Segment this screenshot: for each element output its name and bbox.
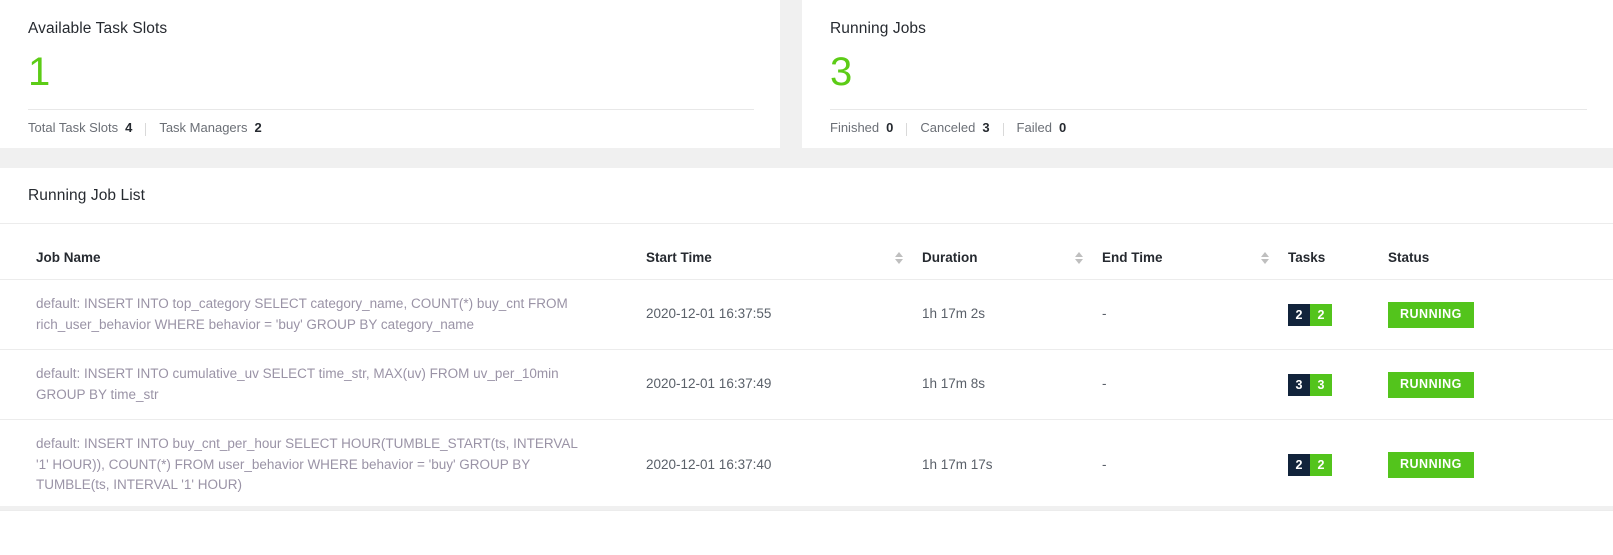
caret-down-icon: [895, 258, 903, 264]
running-job-list-panel: Running Job List Job Name Start Time Dur…: [0, 168, 1613, 555]
caret-down-icon: [1261, 258, 1269, 264]
column-header-duration[interactable]: Duration: [922, 224, 1102, 280]
canceled-jobs-stat: Canceled 3: [920, 118, 989, 138]
job-name-link[interactable]: default: INSERT INTO buy_cnt_per_hour SE…: [36, 434, 646, 496]
running-jobs-title: Running Jobs: [830, 20, 926, 37]
cell-end-time: -: [1102, 279, 1288, 350]
cell-tasks: 2 2: [1288, 419, 1388, 511]
column-label-end-time: End Time: [1102, 250, 1163, 265]
caret-up-icon: [1075, 251, 1083, 257]
column-header-tasks[interactable]: Tasks: [1288, 224, 1388, 280]
cell-duration: 1h 17m 2s: [922, 279, 1102, 350]
cell-job-name[interactable]: default: INSERT INTO top_category SELECT…: [0, 279, 646, 350]
cell-start-time: 2020-12-01 16:37:55: [646, 279, 922, 350]
column-header-status[interactable]: Status: [1388, 224, 1613, 280]
task-managers-value: 2: [254, 120, 262, 135]
caret-down-icon: [1075, 258, 1083, 264]
canceled-jobs-value: 3: [982, 120, 990, 135]
tasks-total-segment: 3: [1288, 373, 1310, 396]
tasks-badge: 3 3: [1288, 373, 1332, 396]
job-name-link[interactable]: default: INSERT INTO cumulative_uv SELEC…: [36, 364, 646, 405]
caret-up-icon: [895, 251, 903, 257]
finished-jobs-value: 0: [886, 120, 894, 135]
available-task-slots-footer: Total Task Slots 4 Task Managers 2: [28, 118, 262, 138]
tasks-running-segment: 2: [1310, 303, 1332, 326]
metrics-row: Available Task Slots 1 Total Task Slots …: [0, 0, 1613, 148]
card-divider: [28, 109, 754, 110]
failed-jobs-value: 0: [1058, 120, 1067, 135]
cell-status: RUNNING: [1388, 419, 1613, 511]
cell-status: RUNNING: [1388, 349, 1613, 420]
panel-bottom-padding: [0, 510, 1613, 555]
sort-icon-duration[interactable]: [1074, 251, 1084, 264]
running-jobs-card: Running Jobs 3 Finished 0 Canceled 3 Fai…: [802, 0, 1613, 148]
job-name-link[interactable]: default: INSERT INTO top_category SELECT…: [36, 294, 646, 335]
cell-status: RUNNING: [1388, 279, 1613, 350]
tasks-running-segment: 2: [1310, 453, 1332, 476]
table-header-row: Job Name Start Time Duration End Time Ta…: [0, 224, 1613, 280]
caret-up-icon: [1261, 251, 1269, 257]
column-label-duration: Duration: [922, 250, 978, 265]
task-managers-label: Task Managers: [159, 120, 248, 135]
running-job-list-header: Running Job List: [0, 168, 1613, 224]
cell-start-time: 2020-12-01 16:37:49: [646, 349, 922, 420]
tasks-badge: 2 2: [1288, 453, 1332, 476]
total-task-slots-label: Total Task Slots: [28, 120, 119, 135]
failed-jobs-label: Failed: [1016, 120, 1052, 135]
table-row[interactable]: default: INSERT INTO top_category SELECT…: [0, 279, 1613, 350]
tasks-running-segment: 3: [1310, 373, 1332, 396]
dashboard-page: Available Task Slots 1 Total Task Slots …: [0, 0, 1613, 555]
cell-duration: 1h 17m 17s: [922, 419, 1102, 511]
column-label-job-name: Job Name: [36, 250, 101, 265]
column-label-tasks: Tasks: [1288, 250, 1326, 265]
tasks-total-segment: 2: [1288, 303, 1310, 326]
cell-job-name[interactable]: default: INSERT INTO buy_cnt_per_hour SE…: [0, 419, 646, 511]
tasks-total-segment: 2: [1288, 453, 1310, 476]
footer-separator: [1002, 122, 1004, 136]
cell-end-time: -: [1102, 419, 1288, 511]
column-header-job-name[interactable]: Job Name: [0, 224, 646, 280]
total-task-slots-stat: Total Task Slots 4: [28, 118, 132, 138]
finished-jobs-stat: Finished 0: [830, 118, 893, 138]
table-header: Job Name Start Time Duration End Time Ta…: [0, 224, 1613, 280]
sort-icon-start-time[interactable]: [894, 251, 904, 264]
column-header-start-time[interactable]: Start Time: [646, 224, 922, 280]
cell-tasks: 2 2: [1288, 279, 1388, 350]
cell-tasks: 3 3: [1288, 349, 1388, 420]
available-task-slots-value: 1: [28, 50, 51, 94]
running-job-table: Job Name Start Time Duration End Time Ta…: [0, 224, 1613, 511]
footer-separator: [145, 122, 147, 136]
running-jobs-value: 3: [830, 50, 853, 94]
cell-start-time: 2020-12-01 16:37:40: [646, 419, 922, 511]
table-row[interactable]: default: INSERT INTO cumulative_uv SELEC…: [0, 349, 1613, 420]
card-divider: [830, 109, 1587, 110]
available-task-slots-title: Available Task Slots: [28, 20, 168, 37]
column-header-end-time[interactable]: End Time: [1102, 224, 1288, 280]
sort-icon-end-time[interactable]: [1260, 251, 1270, 264]
cell-end-time: -: [1102, 349, 1288, 420]
column-label-start-time: Start Time: [646, 250, 712, 265]
tasks-badge: 2 2: [1288, 303, 1332, 326]
total-task-slots-value: 4: [125, 120, 133, 135]
cell-duration: 1h 17m 8s: [922, 349, 1102, 420]
failed-jobs-stat: Failed 0: [1017, 118, 1067, 138]
column-label-status: Status: [1388, 250, 1430, 265]
running-jobs-footer: Finished 0 Canceled 3 Failed 0: [830, 118, 1066, 138]
status-badge: RUNNING: [1388, 301, 1474, 328]
available-task-slots-card: Available Task Slots 1 Total Task Slots …: [0, 0, 780, 148]
footer-separator: [906, 122, 908, 136]
running-job-list-title: Running Job List: [28, 186, 146, 204]
status-badge: RUNNING: [1388, 451, 1474, 478]
finished-jobs-label: Finished: [830, 120, 880, 135]
table-body: default: INSERT INTO top_category SELECT…: [0, 279, 1613, 511]
table-row[interactable]: default: INSERT INTO buy_cnt_per_hour SE…: [0, 419, 1613, 511]
status-badge: RUNNING: [1388, 371, 1474, 398]
cell-job-name[interactable]: default: INSERT INTO cumulative_uv SELEC…: [0, 349, 646, 420]
canceled-jobs-label: Canceled: [920, 120, 976, 135]
task-managers-stat: Task Managers 2: [159, 118, 261, 138]
